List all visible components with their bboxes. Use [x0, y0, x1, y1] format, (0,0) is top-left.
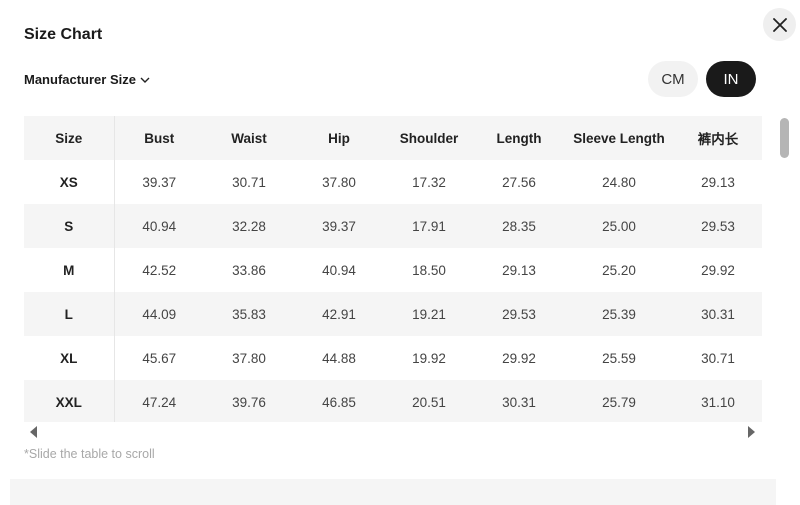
table-cell: 45.67 [114, 336, 204, 380]
table-row: XL 45.67 37.80 44.88 19.92 29.92 25.59 3… [24, 336, 762, 380]
size-cell: L [24, 292, 115, 336]
size-type-dropdown[interactable]: Manufacturer Size [24, 72, 150, 87]
table-header-row: Size Bust Waist Hip Shoulder Length Slee… [24, 116, 762, 160]
close-icon [772, 17, 787, 32]
table-cell: 25.59 [564, 336, 674, 380]
table-cell: 44.88 [294, 336, 384, 380]
table-row: XS 39.37 30.71 37.80 17.32 27.56 24.80 2… [24, 160, 762, 204]
table-cell: 19.92 [384, 336, 474, 380]
table-cell: 37.80 [204, 336, 294, 380]
table-cell: 31.10 [674, 380, 762, 422]
table-cell: 17.91 [384, 204, 474, 248]
column-header: Shoulder [384, 116, 474, 160]
column-header: Length [474, 116, 564, 160]
column-header: Sleeve Length [564, 116, 674, 160]
table-row: L 44.09 35.83 42.91 19.21 29.53 25.39 30… [24, 292, 762, 336]
table-cell: 42.91 [294, 292, 384, 336]
table-cell: 25.00 [564, 204, 674, 248]
column-header: 裤内长 [674, 116, 762, 160]
size-cell: S [24, 204, 115, 248]
scroll-hint: *Slide the table to scroll [24, 447, 155, 461]
table-cell: 24.80 [564, 160, 674, 204]
close-button[interactable] [763, 8, 796, 41]
table-row: XXL 47.24 39.76 46.85 20.51 30.31 25.79 … [24, 380, 762, 422]
table-cell: 39.76 [204, 380, 294, 422]
unit-in-button[interactable]: IN [706, 61, 756, 97]
table-cell: 40.94 [294, 248, 384, 292]
table-cell: 29.53 [474, 292, 564, 336]
size-table-container[interactable]: Size Bust Waist Hip Shoulder Length Slee… [24, 116, 762, 422]
scroll-left-icon[interactable] [30, 426, 37, 438]
table-cell: 33.86 [204, 248, 294, 292]
table-cell: 46.85 [294, 380, 384, 422]
table-cell: 17.32 [384, 160, 474, 204]
table-cell: 28.35 [474, 204, 564, 248]
table-cell: 29.13 [474, 248, 564, 292]
unit-toggle: CM IN [648, 61, 756, 97]
page-title: Size Chart [24, 26, 103, 43]
table-cell: 30.71 [674, 336, 762, 380]
size-type-label: Manufacturer Size [24, 72, 136, 87]
table-cell: 25.39 [564, 292, 674, 336]
size-table: Size Bust Waist Hip Shoulder Length Slee… [24, 116, 762, 422]
size-cell: XS [24, 160, 115, 204]
table-cell: 39.37 [294, 204, 384, 248]
unit-cm-button[interactable]: CM [648, 61, 698, 97]
table-cell: 47.24 [114, 380, 204, 422]
footer-strip [10, 479, 776, 505]
table-cell: 30.71 [204, 160, 294, 204]
table-cell: 39.37 [114, 160, 204, 204]
table-cell: 29.92 [474, 336, 564, 380]
table-cell: 29.13 [674, 160, 762, 204]
chevron-down-icon [140, 77, 150, 83]
table-cell: 25.79 [564, 380, 674, 422]
column-header: Hip [294, 116, 384, 160]
table-cell: 20.51 [384, 380, 474, 422]
size-cell: XXL [24, 380, 115, 422]
table-cell: 30.31 [474, 380, 564, 422]
column-header: Waist [204, 116, 294, 160]
table-cell: 27.56 [474, 160, 564, 204]
table-cell: 42.52 [114, 248, 204, 292]
table-cell: 25.20 [564, 248, 674, 292]
table-cell: 40.94 [114, 204, 204, 248]
column-header: Bust [114, 116, 204, 160]
size-cell: XL [24, 336, 115, 380]
table-cell: 44.09 [114, 292, 204, 336]
table-row: M 42.52 33.86 40.94 18.50 29.13 25.20 29… [24, 248, 762, 292]
table-cell: 37.80 [294, 160, 384, 204]
table-cell: 35.83 [204, 292, 294, 336]
table-row: S 40.94 32.28 39.37 17.91 28.35 25.00 29… [24, 204, 762, 248]
table-cell: 30.31 [674, 292, 762, 336]
size-cell: M [24, 248, 115, 292]
table-cell: 18.50 [384, 248, 474, 292]
table-cell: 29.92 [674, 248, 762, 292]
vertical-scrollbar[interactable] [780, 118, 789, 158]
column-header: Size [24, 116, 115, 160]
table-cell: 32.28 [204, 204, 294, 248]
table-cell: 19.21 [384, 292, 474, 336]
scroll-right-icon[interactable] [748, 426, 755, 438]
table-cell: 29.53 [674, 204, 762, 248]
